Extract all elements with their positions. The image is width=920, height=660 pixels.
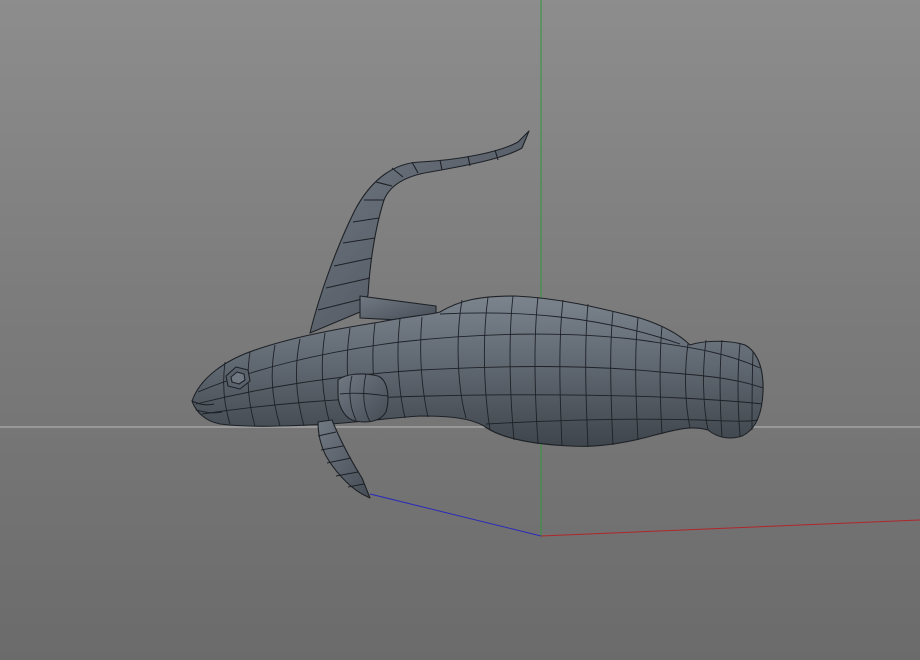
- 3d-viewport[interactable]: [0, 0, 920, 660]
- x-axis-line: [540, 519, 920, 537]
- pectoral-fin[interactable]: [337, 373, 389, 423]
- fish-body[interactable]: [191, 295, 764, 447]
- z-axis-line: [369, 493, 542, 537]
- viewport-canvas[interactable]: [0, 0, 920, 660]
- fish-mesh[interactable]: [191, 130, 764, 499]
